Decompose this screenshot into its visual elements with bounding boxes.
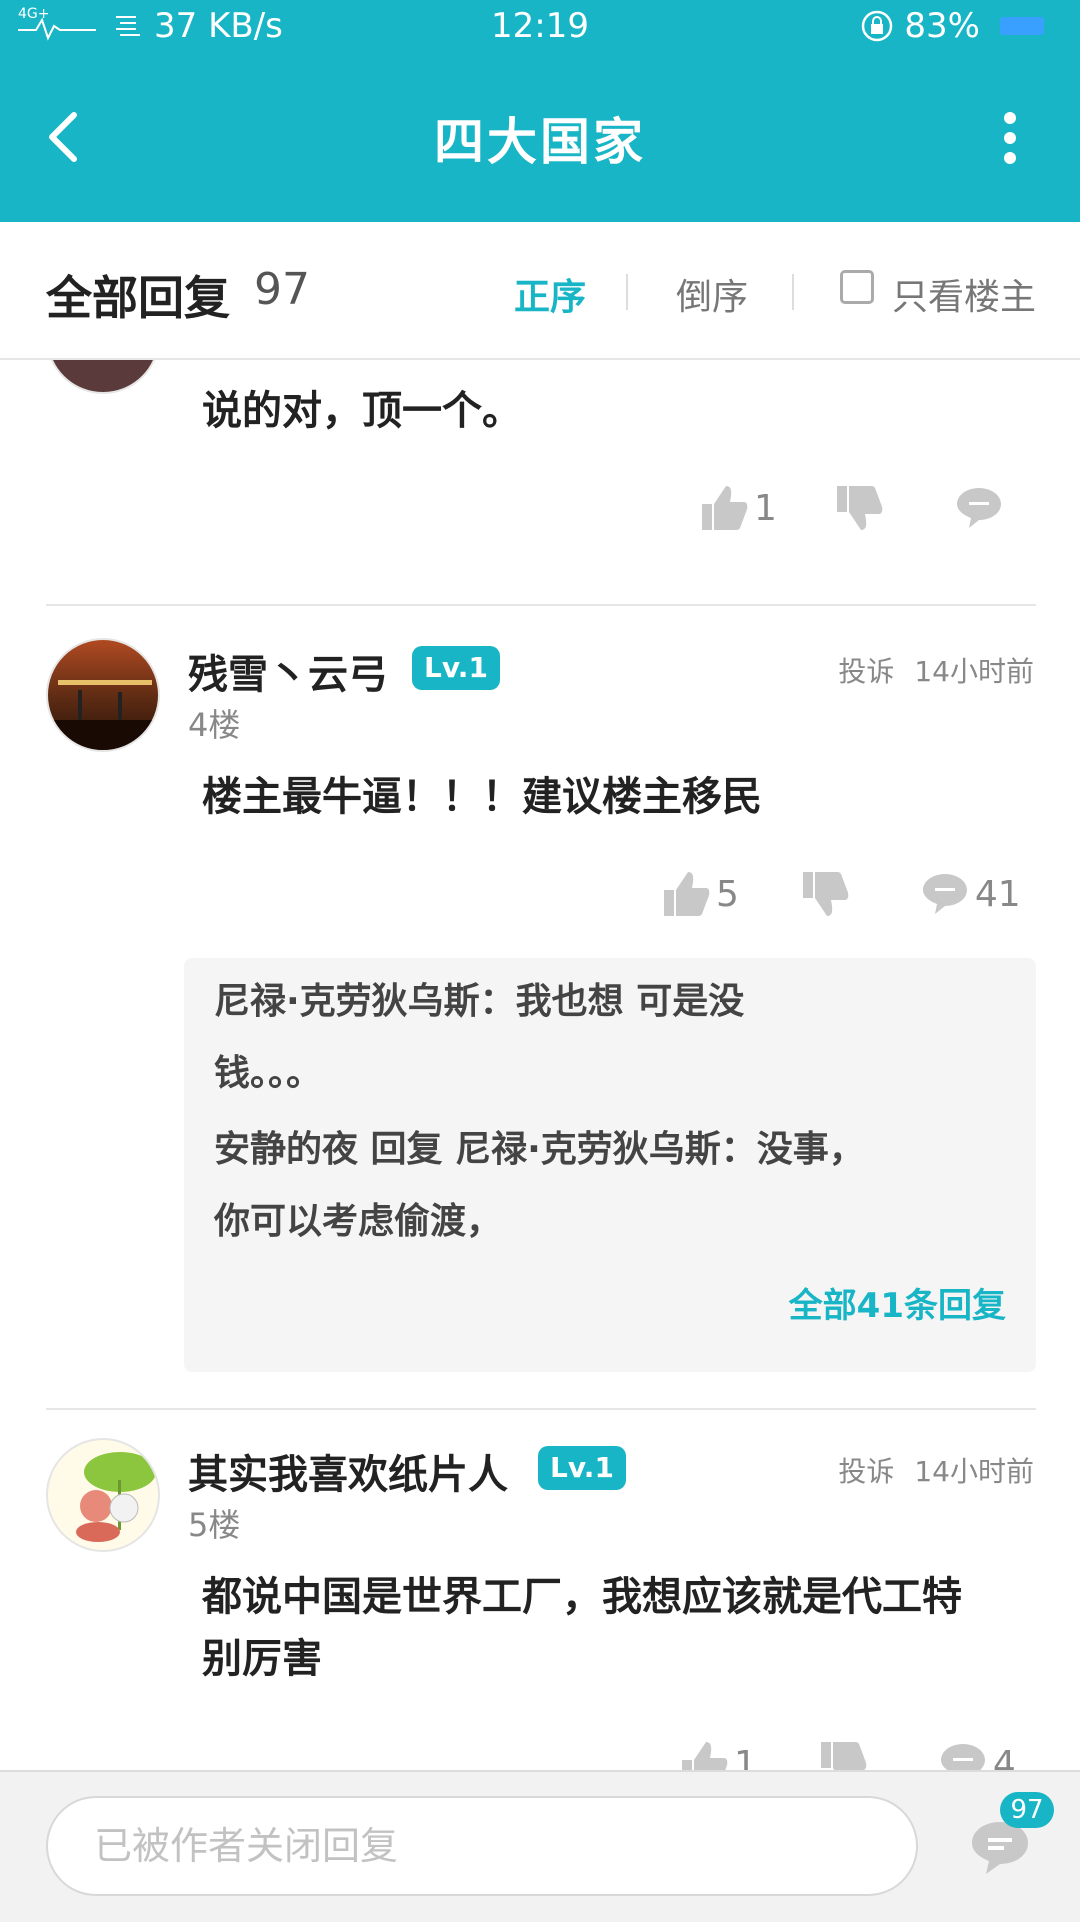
avatar-image xyxy=(76,1452,156,1542)
dislike-button[interactable] xyxy=(835,484,883,532)
floor-number: 4楼 xyxy=(188,706,241,744)
comment-button[interactable] xyxy=(955,484,1003,532)
sub-reply: 尼禄·克劳狄乌斯：我也想 可是没 xyxy=(214,981,745,1022)
post-text: 楼主最牛逼！！！建议楼主移民 xyxy=(202,774,762,820)
status-right: 83% xyxy=(860,6,1054,46)
report-link[interactable]: 投诉 xyxy=(838,650,894,690)
page-title: 四大国家 xyxy=(434,113,646,171)
avatar-image xyxy=(48,680,158,750)
dislike-button[interactable] xyxy=(801,870,849,918)
post-text: 别厉害 xyxy=(202,1636,322,1682)
battery-percent: 83% xyxy=(904,6,980,46)
post-actions: 5 41 xyxy=(662,870,1021,918)
level-badge: Lv.1 xyxy=(412,646,500,690)
like-count: 1 xyxy=(754,487,777,529)
app-bar: 四大国家 xyxy=(0,52,1080,222)
like-button[interactable]: 5 xyxy=(662,870,739,918)
username[interactable]: 其实我喜欢纸片人 xyxy=(188,1442,508,1500)
reply-list[interactable]: 说的对，顶一个。 1 残雪丶云弓 Lv.1 投诉 14小时前 4楼 楼主最牛逼！… xyxy=(0,360,1080,1770)
bottom-bar: 97 xyxy=(0,1770,1080,1922)
post-meta: 投诉 14小时前 xyxy=(838,650,1034,690)
username[interactable]: 残雪丶云弓 xyxy=(188,642,388,700)
thumb-down-icon xyxy=(820,1742,867,1770)
reply-input[interactable] xyxy=(46,1796,918,1896)
comment-count: 41 xyxy=(974,873,1021,915)
comment-icon xyxy=(956,488,1001,528)
sub-reply: 你可以考虑偷渡， xyxy=(214,1201,503,1242)
sort-ascending-tab[interactable]: 正序 xyxy=(514,268,586,320)
avatar[interactable] xyxy=(46,360,160,394)
like-button[interactable]: 1 xyxy=(700,484,777,532)
reply-count: 97 xyxy=(254,264,310,315)
post-actions: 1 4 xyxy=(680,1740,1016,1770)
comment-icon xyxy=(940,1744,985,1770)
divider xyxy=(46,1408,1036,1410)
thumb-down-icon xyxy=(836,486,883,530)
all-replies-label: 全部回复 xyxy=(46,271,230,325)
comment-button[interactable]: 41 xyxy=(921,870,1021,918)
sub-reply: 安静的夜 回复 尼禄·克劳狄乌斯：没事， xyxy=(214,1129,865,1170)
only-op-label[interactable]: 只看楼主 xyxy=(892,268,1036,320)
battery-icon xyxy=(990,15,1054,37)
avatar[interactable] xyxy=(46,1438,160,1552)
level-badge: Lv.1 xyxy=(538,1446,626,1490)
rotation-lock-icon xyxy=(862,10,893,42)
status-bar: 4G+ 37 KB/s 12:19 83% xyxy=(0,0,1080,52)
divider xyxy=(792,274,794,310)
thumb-up-icon xyxy=(702,486,748,530)
avatar[interactable] xyxy=(46,638,160,752)
sub-replies-box[interactable]: 尼禄·克劳狄乌斯：我也想 可是没 钱。。。 安静的夜 回复 尼禄·克劳狄乌斯：没… xyxy=(184,958,1036,1372)
post-time: 14小时前 xyxy=(914,1455,1034,1488)
report-link[interactable]: 投诉 xyxy=(838,1450,894,1490)
comment-icon xyxy=(922,874,967,914)
post-actions: 1 xyxy=(700,484,1003,532)
post-text: 都说中国是世界工厂，我想应该就是代工特 xyxy=(202,1574,962,1620)
dislike-button[interactable] xyxy=(819,1740,867,1770)
reply-count-badge: 97 xyxy=(1000,1792,1054,1828)
reply-header: 全部回复 97 正序 倒序 只看楼主 xyxy=(0,222,1080,360)
like-count: 5 xyxy=(716,873,739,915)
like-button[interactable]: 1 xyxy=(680,1740,757,1770)
sub-reply: 钱。。。 xyxy=(214,1053,323,1094)
comment-button[interactable]: 4 xyxy=(939,1740,1016,1770)
thumb-up-icon xyxy=(682,1742,728,1770)
post-time: 14小时前 xyxy=(914,655,1034,688)
all-replies-link[interactable]: 全部41条回复 xyxy=(789,1278,1006,1327)
sort-descending-tab[interactable]: 倒序 xyxy=(676,268,748,320)
post-meta: 投诉 14小时前 xyxy=(838,1450,1034,1490)
more-vert-icon[interactable] xyxy=(1000,108,1020,168)
divider xyxy=(46,604,1036,606)
post-text: 说的对，顶一个。 xyxy=(202,388,522,434)
only-op-checkbox[interactable] xyxy=(840,270,874,304)
floor-number: 5楼 xyxy=(188,1506,241,1544)
thumb-down-icon xyxy=(802,872,849,916)
thumb-up-icon xyxy=(664,872,710,916)
divider xyxy=(626,274,628,310)
comment-count: 4 xyxy=(992,1743,1016,1771)
like-count: 1 xyxy=(734,1743,757,1771)
